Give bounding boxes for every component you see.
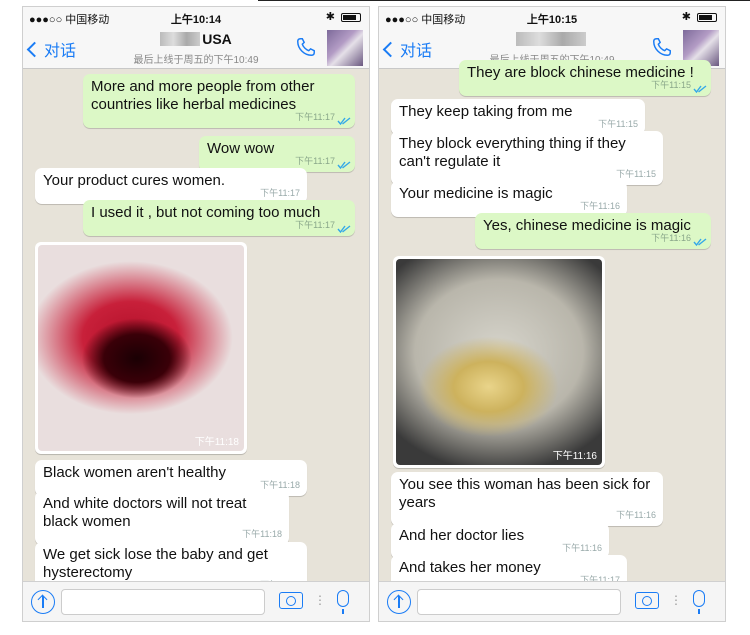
- battery-icon: [341, 13, 361, 22]
- message-text: Your product cures women.: [43, 172, 226, 189]
- message-text: More and more people from other countrie…: [91, 78, 315, 113]
- message-bubble[interactable]: You see this woman has been sick for yea…: [391, 472, 663, 526]
- message-text: We get sick lose the baby and get hyster…: [43, 546, 268, 581]
- message-bubble[interactable]: And her doctor lies 下午11:16: [391, 523, 609, 559]
- message-text: Your medicine is magic: [399, 185, 553, 202]
- message-time: 下午11:15: [651, 80, 691, 90]
- redacted-name-blur: [160, 32, 201, 46]
- microphone-icon[interactable]: [337, 590, 349, 614]
- message-list[interactable]: They are block chinese medicine ! 下午11:1…: [379, 60, 725, 591]
- microphone-icon[interactable]: [693, 590, 705, 614]
- upload-icon[interactable]: [387, 590, 411, 614]
- message-bubble[interactable]: Your product cures women. 下午11:17: [35, 168, 307, 204]
- message-time: 下午11:17: [295, 112, 335, 122]
- message-bubble[interactable]: Your medicine is magic 下午11:16: [391, 181, 627, 217]
- camera-icon[interactable]: [635, 592, 659, 609]
- message-text: You see this woman has been sick for yea…: [399, 476, 651, 511]
- message-time: 下午11:17: [295, 220, 335, 230]
- read-receipt-icon: [693, 85, 707, 93]
- message-bubble[interactable]: They are block chinese medicine ! 下午11:1…: [459, 60, 711, 96]
- image-message[interactable]: 下午11:18: [35, 242, 247, 454]
- message-list[interactable]: More and more people from other countrie…: [23, 70, 369, 596]
- upload-icon[interactable]: [31, 590, 55, 614]
- status-bar: ●●●○○ 中国移动 上午10:15 ✱: [379, 7, 725, 27]
- message-text: They block everything thing if they can'…: [399, 135, 626, 170]
- message-bubble[interactable]: And white doctors will not treat black w…: [35, 491, 289, 545]
- read-receipt-icon: [693, 238, 707, 246]
- last-seen-label: 最后上线于周五的下午10:49: [133, 55, 259, 66]
- message-time: 下午11:16: [552, 451, 597, 462]
- phone-call-icon[interactable]: [651, 36, 673, 58]
- message-bubble[interactable]: I used it , but not coming too much 下午11…: [83, 200, 355, 236]
- message-time: 下午11:15: [616, 169, 656, 179]
- read-receipt-icon: [337, 161, 351, 169]
- phone-right: ●●●○○ 中国移动 上午10:15 ✱ 对话 最后上线于周五的下午10:49 …: [378, 6, 726, 622]
- status-time: 上午10:14: [170, 14, 222, 26]
- message-input[interactable]: [417, 589, 621, 615]
- chat-header: 对话 USA 最后上线于周五的下午10:49: [23, 27, 369, 69]
- message-text: They keep taking from me: [399, 103, 573, 120]
- message-text: And white doctors will not treat black w…: [43, 495, 247, 530]
- message-time: 下午11:18: [194, 437, 239, 448]
- message-text: Wow wow: [207, 140, 275, 157]
- avatar[interactable]: [327, 30, 363, 66]
- photo-image: [396, 259, 602, 465]
- status-time: 上午10:15: [526, 14, 578, 26]
- redacted-name-blur: [516, 32, 586, 46]
- photo-image: [38, 245, 244, 451]
- input-bar: ⋮: [23, 581, 369, 621]
- message-time: 下午11:16: [616, 510, 656, 520]
- phone-left: ●●●○○ 中国移动 上午10:14 ✱ 对话 USA 最后上线于周五的下午10…: [22, 6, 370, 622]
- message-input[interactable]: [61, 589, 265, 615]
- camera-icon[interactable]: [279, 592, 303, 609]
- read-receipt-icon: [337, 225, 351, 233]
- bluetooth-icon: ✱: [325, 11, 335, 23]
- message-text: Black women aren't healthy: [43, 464, 226, 481]
- read-receipt-icon: [337, 117, 351, 125]
- message-bubble[interactable]: More and more people from other countrie…: [83, 74, 355, 128]
- message-time: 下午11:18: [242, 529, 282, 539]
- message-text: And her doctor lies: [399, 527, 525, 544]
- message-text: And takes her money: [399, 559, 541, 576]
- image-message[interactable]: 下午11:16: [393, 256, 605, 468]
- message-text: I used it , but not coming too much: [91, 204, 321, 221]
- status-bar: ●●●○○ 中国移动 上午10:14 ✱: [23, 7, 369, 27]
- bluetooth-icon: ✱: [681, 11, 691, 23]
- input-bar: ⋮: [379, 581, 725, 621]
- message-time: 下午11:16: [651, 233, 691, 243]
- message-bubble[interactable]: They block everything thing if they can'…: [391, 131, 663, 185]
- message-bubble[interactable]: Wow wow 下午11:17: [199, 136, 355, 172]
- separator-dots: ⋮: [314, 593, 326, 607]
- battery-icon: [697, 13, 717, 22]
- contact-name[interactable]: [379, 31, 725, 47]
- message-bubble[interactable]: Yes, chinese medicine is magic 下午11:16: [475, 213, 711, 249]
- screenshot-collage: ●●●○○ 中国移动 上午10:14 ✱ 对话 USA 最后上线于周五的下午10…: [0, 0, 750, 635]
- message-bubble[interactable]: They keep taking from me 下午11:15: [391, 99, 645, 135]
- contact-name[interactable]: USA: [23, 31, 369, 47]
- separator-dots: ⋮: [670, 593, 682, 607]
- divider: [258, 0, 750, 1]
- phone-call-icon[interactable]: [295, 36, 317, 58]
